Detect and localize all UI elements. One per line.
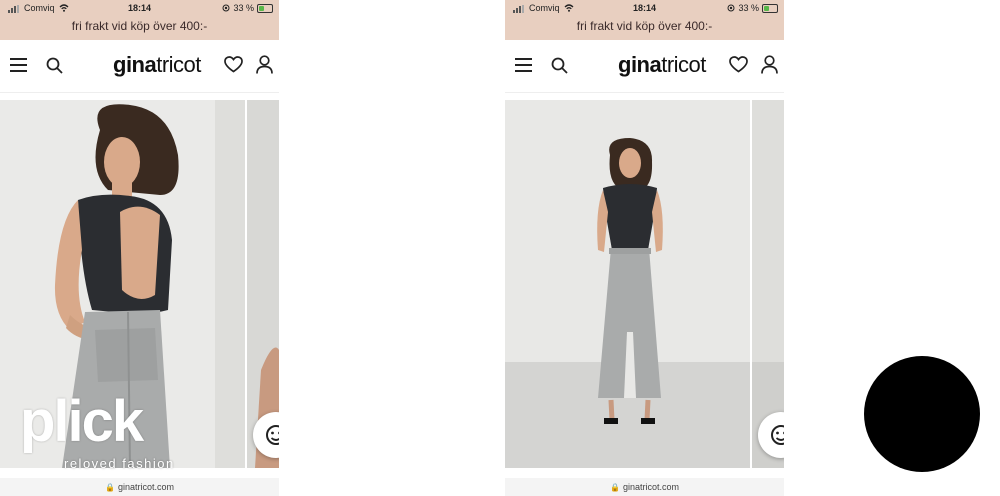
watermark-tagline: reloved fashion bbox=[64, 456, 175, 471]
user-icon[interactable] bbox=[256, 55, 273, 74]
accessibility-button[interactable] bbox=[758, 412, 784, 458]
url-text: ginatricot.com bbox=[117, 482, 174, 492]
battery-icon bbox=[257, 3, 273, 13]
face-icon bbox=[266, 425, 279, 445]
brand-logo[interactable]: ginatricot bbox=[618, 52, 706, 78]
site-header: ginatricot bbox=[0, 40, 279, 93]
brand-logo[interactable]: ginatricot bbox=[113, 52, 201, 78]
phone-screen-left: Comviq 18:14 33 % fri frakt vid köp över… bbox=[0, 0, 279, 496]
phone-screen-right: Comviq 18:14 33 % fri frakt vid köp över… bbox=[505, 0, 784, 496]
logo-light: tricot bbox=[661, 52, 706, 77]
status-bar: Comviq 18:14 33 % bbox=[0, 0, 279, 17]
hamburger-menu-icon[interactable] bbox=[515, 58, 532, 72]
face-icon bbox=[771, 425, 784, 445]
lock-icon: 🔒 bbox=[105, 483, 115, 492]
location-icon bbox=[222, 4, 230, 12]
browser-url-bar[interactable]: 🔒 ginatricot.com bbox=[505, 478, 784, 496]
model-front-illustration bbox=[505, 100, 750, 468]
battery-percent: 33 % bbox=[738, 3, 759, 13]
heart-icon[interactable] bbox=[224, 56, 243, 73]
logo-bold: gina bbox=[113, 52, 157, 77]
heart-icon[interactable] bbox=[729, 56, 748, 73]
status-bar: Comviq 18:14 33 % bbox=[505, 0, 784, 17]
search-icon[interactable] bbox=[551, 57, 568, 74]
plick-watermark: plick reloved fashion bbox=[20, 392, 190, 478]
record-button[interactable] bbox=[864, 356, 980, 472]
battery-percent: 33 % bbox=[233, 3, 254, 13]
promo-banner[interactable]: fri frakt vid köp över 400:- bbox=[0, 17, 279, 40]
search-icon[interactable] bbox=[46, 57, 63, 74]
promo-banner[interactable]: fri frakt vid köp över 400:- bbox=[505, 17, 784, 40]
battery-icon bbox=[762, 3, 778, 13]
url-text: ginatricot.com bbox=[622, 482, 679, 492]
site-header: ginatricot bbox=[505, 40, 784, 93]
logo-light: tricot bbox=[156, 52, 201, 77]
location-icon bbox=[727, 4, 735, 12]
lock-icon: 🔒 bbox=[610, 483, 620, 492]
user-icon[interactable] bbox=[761, 55, 778, 74]
watermark-logo: plick bbox=[20, 389, 144, 454]
browser-url-bar[interactable]: 🔒 ginatricot.com bbox=[0, 478, 279, 496]
logo-bold: gina bbox=[618, 52, 662, 77]
product-image-front-view[interactable] bbox=[505, 100, 750, 468]
accessibility-button[interactable] bbox=[253, 412, 279, 458]
hamburger-menu-icon[interactable] bbox=[10, 58, 27, 72]
